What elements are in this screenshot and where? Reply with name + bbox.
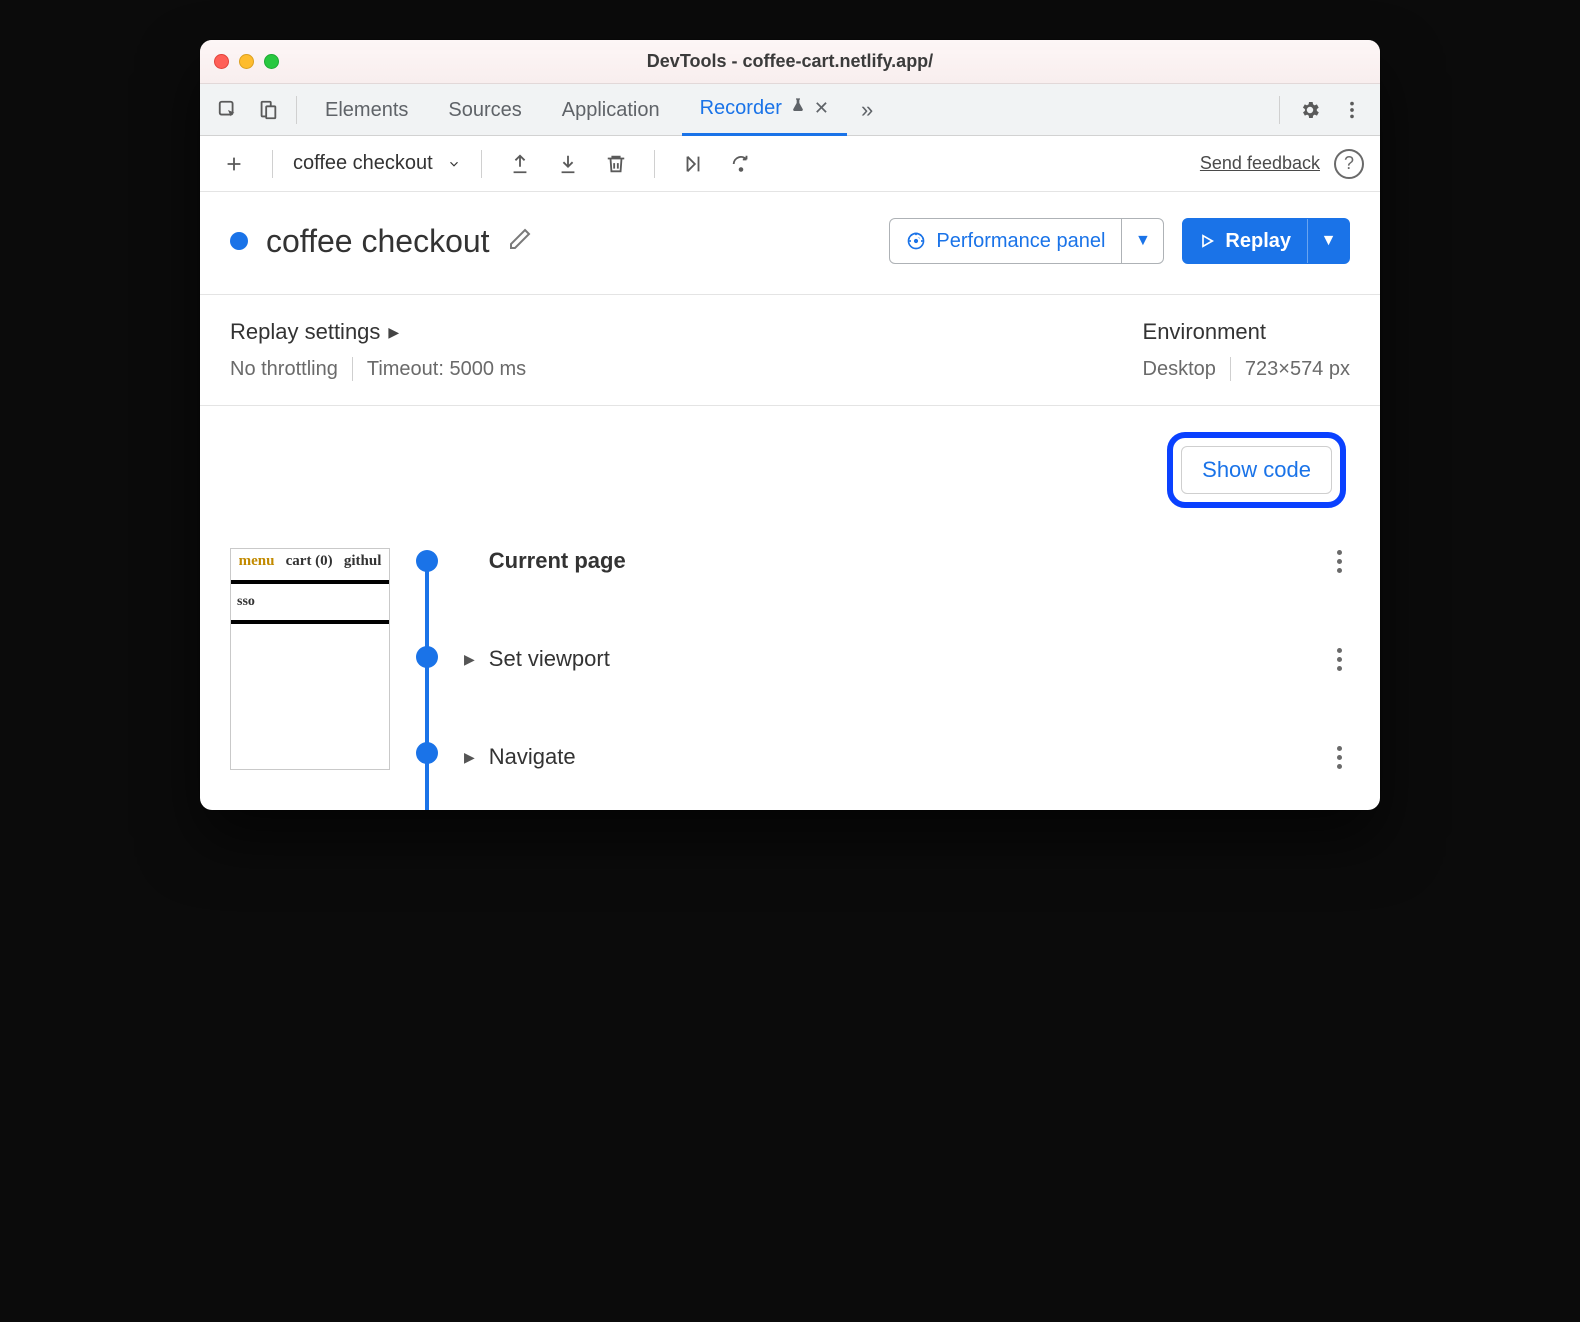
- timeline-track: [412, 548, 442, 770]
- recording-select-value: coffee checkout: [293, 152, 433, 175]
- chevron-down-icon: [447, 157, 461, 171]
- import-icon[interactable]: [550, 146, 586, 182]
- page-thumbnail: menu cart (0) githul sso: [230, 548, 390, 770]
- replay-button-label: Replay: [1225, 230, 1291, 253]
- tab-application[interactable]: Application: [544, 84, 678, 136]
- settings-gear-icon[interactable]: [1292, 92, 1328, 128]
- step-navigate[interactable]: ▶ Navigate: [464, 744, 1350, 770]
- recorder-content: coffee checkout Performance panel ▼ Repl…: [200, 192, 1380, 810]
- close-tab-icon[interactable]: ✕: [814, 82, 829, 134]
- separator: [654, 150, 655, 178]
- recording-status-dot: [230, 232, 248, 250]
- device-toolbar-icon[interactable]: [250, 92, 286, 128]
- separator: [296, 96, 297, 124]
- timeout-value: Timeout: 5000 ms: [367, 358, 526, 381]
- expand-icon: ▶: [388, 324, 399, 341]
- tab-sources[interactable]: Sources: [430, 84, 539, 136]
- step-over-icon[interactable]: [723, 146, 759, 182]
- step-set-viewport[interactable]: ▶ Set viewport: [464, 646, 1350, 672]
- performance-panel-label: Performance panel: [936, 230, 1105, 253]
- devtools-window: DevTools - coffee-cart.netlify.app/ Elem…: [200, 40, 1380, 810]
- step-current-page[interactable]: ▶ Current page: [464, 548, 1350, 574]
- gauge-icon: [906, 231, 926, 251]
- help-icon[interactable]: ?: [1334, 149, 1364, 179]
- expand-step-icon[interactable]: ▶: [464, 749, 475, 766]
- viewport-value: 723×574 px: [1245, 358, 1350, 381]
- window-title: DevTools - coffee-cart.netlify.app/: [200, 51, 1380, 72]
- separator: [481, 150, 482, 178]
- timeline-dot: [416, 550, 438, 572]
- recording-title: coffee checkout: [266, 223, 490, 260]
- steps-list: ▶ Current page ▶ Set viewport ▶ Navigate: [464, 548, 1350, 770]
- thumb-sso: sso: [231, 590, 389, 614]
- expand-step-icon[interactable]: ▶: [464, 651, 475, 668]
- step-replay-icon[interactable]: [675, 146, 711, 182]
- timeline-dot: [416, 646, 438, 668]
- step-menu-icon[interactable]: [1337, 550, 1350, 573]
- environment-heading: Environment: [1143, 319, 1350, 345]
- separator: [1230, 357, 1231, 381]
- steps-timeline: menu cart (0) githul sso ▶ Current page: [230, 538, 1350, 810]
- tab-recorder-label: Recorder: [700, 82, 782, 134]
- thumb-github: githul: [344, 553, 382, 570]
- throttling-value: No throttling: [230, 358, 338, 381]
- flask-icon: [790, 82, 806, 134]
- delete-icon[interactable]: [598, 146, 634, 182]
- recorder-toolbar: coffee checkout Send feedback ?: [200, 136, 1380, 192]
- tab-elements[interactable]: Elements: [307, 84, 426, 136]
- export-icon[interactable]: [502, 146, 538, 182]
- step-menu-icon[interactable]: [1337, 648, 1350, 671]
- replay-settings-heading[interactable]: Replay settings ▶: [230, 319, 526, 345]
- performance-panel-button[interactable]: Performance panel ▼: [889, 218, 1164, 264]
- thumb-cart: cart (0): [286, 553, 333, 570]
- thumb-menu: menu: [239, 553, 275, 570]
- more-tabs-icon[interactable]: »: [851, 97, 883, 123]
- tab-recorder[interactable]: Recorder ✕: [682, 84, 847, 136]
- panel-tabstrip: Elements Sources Application Recorder ✕ …: [200, 84, 1380, 136]
- settings-row: Replay settings ▶ No throttling Timeout:…: [230, 295, 1350, 405]
- titlebar: DevTools - coffee-cart.netlify.app/: [200, 40, 1380, 84]
- timeline-dot: [416, 742, 438, 764]
- show-code-button[interactable]: Show code: [1181, 446, 1332, 494]
- replay-dropdown[interactable]: ▼: [1307, 219, 1349, 263]
- replay-button[interactable]: Replay ▼: [1182, 218, 1350, 264]
- environment-settings: Environment Desktop 723×574 px: [1143, 319, 1350, 381]
- separator: [1279, 96, 1280, 124]
- inspect-element-icon[interactable]: [210, 92, 246, 128]
- send-feedback-link[interactable]: Send feedback: [1200, 153, 1320, 174]
- play-icon: [1199, 233, 1215, 249]
- annotation-highlight: Show code: [1167, 432, 1346, 508]
- new-recording-icon[interactable]: [216, 146, 252, 182]
- kebab-menu-icon[interactable]: [1334, 92, 1370, 128]
- edit-title-icon[interactable]: [508, 227, 532, 256]
- step-menu-icon[interactable]: [1337, 746, 1350, 769]
- device-value: Desktop: [1143, 358, 1216, 381]
- performance-panel-dropdown[interactable]: ▼: [1121, 219, 1163, 263]
- show-code-region: Show code: [230, 406, 1350, 538]
- replay-settings: Replay settings ▶ No throttling Timeout:…: [230, 319, 526, 381]
- separator: [272, 150, 273, 178]
- recording-select[interactable]: coffee checkout: [293, 152, 461, 175]
- separator: [352, 357, 353, 381]
- recording-header: coffee checkout Performance panel ▼ Repl…: [230, 218, 1350, 264]
